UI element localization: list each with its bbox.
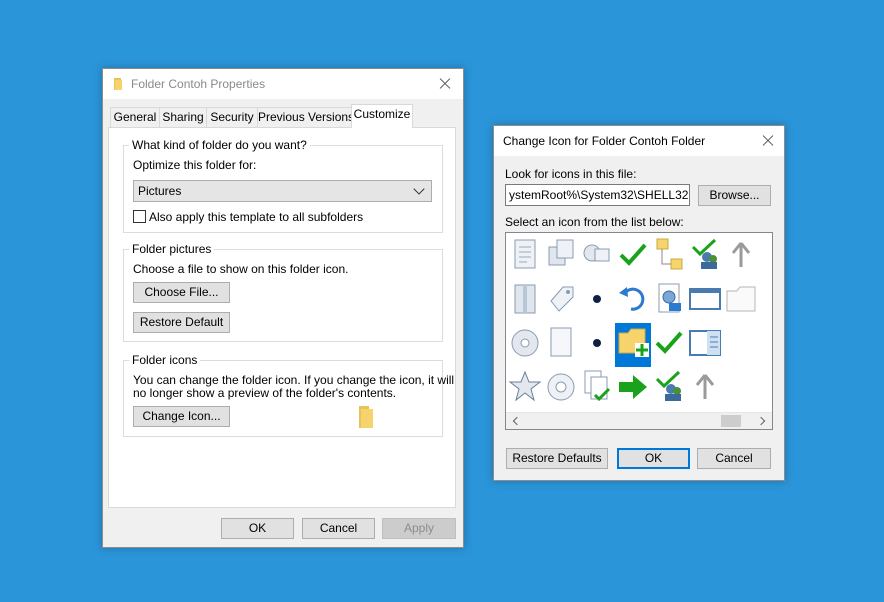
bullet-dot-icon[interactable]: [579, 323, 615, 367]
icon-file-input[interactable]: ystemRoot%\System32\SHELL32.dll: [505, 184, 690, 206]
tab-security[interactable]: Security: [206, 107, 258, 127]
change-icon-title: Change Icon for Folder Contoh Folder: [503, 134, 706, 148]
up-arrow-icon[interactable]: [723, 235, 759, 279]
partial-icon[interactable]: [759, 279, 772, 323]
user-check-icon[interactable]: [651, 367, 687, 411]
cd-drive-icon[interactable]: [507, 323, 543, 367]
user-check-icon[interactable]: [687, 235, 723, 279]
right-arrow-icon[interactable]: [615, 367, 651, 411]
tag-icon[interactable]: [543, 279, 579, 323]
checkmark-icon[interactable]: [651, 323, 687, 367]
document-icon[interactable]: [507, 235, 543, 279]
select-icon-label: Select an icon from the list below:: [505, 215, 684, 229]
details-pane-icon[interactable]: [687, 323, 723, 367]
empty-icon[interactable]: [723, 367, 759, 411]
windows-icon[interactable]: [543, 235, 579, 279]
optimize-label: Optimize this folder for:: [133, 158, 257, 172]
close-icon[interactable]: [756, 129, 780, 153]
folder-type-group-title: What kind of folder do you want?: [129, 138, 310, 152]
ok-button[interactable]: OK: [221, 518, 294, 539]
folder-pictures-description: Choose a file to show on this folder ico…: [133, 262, 349, 276]
optimize-dropdown[interactable]: Pictures: [133, 180, 432, 202]
checkmark-icon[interactable]: [615, 235, 651, 279]
change-icon-cancel-button[interactable]: Cancel: [697, 448, 771, 469]
change-icon-ok-button[interactable]: OK: [617, 448, 690, 469]
cancel-button[interactable]: Cancel: [302, 518, 375, 539]
browse-button[interactable]: Browse...: [698, 185, 771, 206]
change-icon-button[interactable]: Change Icon...: [133, 406, 230, 427]
choose-file-button[interactable]: Choose File...: [133, 282, 230, 303]
tab-sharing[interactable]: Sharing: [159, 107, 207, 127]
icon-file-path: ystemRoot%\System32\SHELL32.dll: [509, 188, 690, 202]
scroll-left-icon[interactable]: [512, 416, 522, 426]
copy-check-icon[interactable]: [579, 367, 615, 411]
up-arrow-icon[interactable]: [687, 367, 723, 411]
scroll-right-icon[interactable]: [756, 416, 766, 426]
properties-titlebar[interactable]: Folder Contoh Properties: [103, 69, 463, 99]
folder-icons-description-line1: You can change the folder icon. If you c…: [133, 373, 455, 387]
icon-list[interactable]: [505, 232, 773, 430]
folder-pictures-group-title: Folder pictures: [129, 242, 215, 256]
restore-default-button[interactable]: Restore Default: [133, 312, 230, 333]
star-icon[interactable]: [507, 367, 543, 411]
tab-customize[interactable]: Customize: [351, 104, 413, 128]
tab-previous-versions[interactable]: Previous Versions: [257, 107, 354, 127]
disc-icon[interactable]: [543, 367, 579, 411]
settings-document-icon[interactable]: [651, 279, 687, 323]
apply-subfolders-checkbox[interactable]: [133, 210, 146, 223]
restore-defaults-button[interactable]: Restore Defaults: [506, 448, 608, 469]
window-frame-icon[interactable]: [687, 279, 723, 323]
chevron-down-icon: [413, 183, 425, 195]
partial-icon[interactable]: [759, 235, 772, 279]
book-icon[interactable]: [507, 279, 543, 323]
blank-page-icon[interactable]: [543, 323, 579, 367]
optimize-value: Pictures: [138, 184, 182, 198]
undo-arrow-icon[interactable]: [615, 279, 651, 323]
close-icon[interactable]: [433, 72, 457, 96]
network-places-icon[interactable]: [579, 235, 615, 279]
folder-icons-group-title: Folder icons: [129, 353, 201, 367]
folder-add-icon[interactable]: [615, 323, 651, 367]
folder-icon: [114, 78, 122, 90]
blank-folder-icon[interactable]: [723, 279, 759, 323]
partial-icon[interactable]: [759, 367, 772, 411]
folder-icons-description-line2: no longer show a preview of the folder's…: [133, 386, 397, 400]
change-icon-titlebar[interactable]: Change Icon for Folder Contoh Folder: [494, 126, 784, 156]
bullet-dot-icon[interactable]: [579, 279, 615, 323]
horizontal-scrollbar[interactable]: [506, 412, 772, 429]
properties-title: Folder Contoh Properties: [131, 77, 266, 91]
folder-tree-icon[interactable]: [651, 235, 687, 279]
scroll-thumb[interactable]: [721, 415, 741, 427]
tab-general[interactable]: General: [110, 107, 160, 127]
apply-subfolders-label[interactable]: Also apply this template to all subfolde…: [149, 210, 363, 224]
look-for-icons-label: Look for icons in this file:: [505, 167, 637, 181]
apply-button[interactable]: Apply: [382, 518, 456, 539]
folder-preview-icon: [359, 406, 373, 428]
empty-icon[interactable]: [723, 323, 759, 367]
partial-icon[interactable]: [759, 323, 772, 367]
